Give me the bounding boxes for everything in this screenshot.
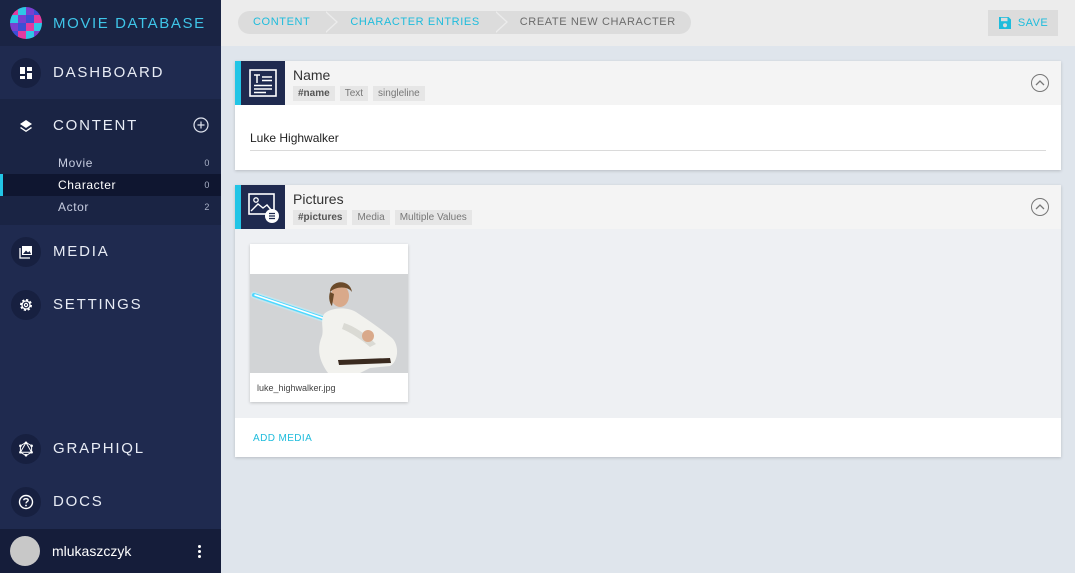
sidebar-item-graphiql[interactable]: GRAPHIQL	[0, 422, 221, 475]
subitem-count: 2	[204, 202, 210, 212]
sidebar-subitem-actor[interactable]: Actor 2	[0, 196, 221, 218]
breadcrumb-label: CREATE NEW CHARACTER	[519, 16, 676, 28]
breadcrumb-label: CONTENT	[253, 16, 311, 28]
media-filename: luke_highwalker.jpg	[257, 383, 336, 393]
dashboard-icon	[11, 57, 41, 88]
avatar[interactable]	[10, 536, 40, 566]
layers-icon	[11, 110, 41, 141]
subitem-label: Character	[58, 178, 117, 192]
save-label: SAVE	[1017, 17, 1049, 29]
field-card-pictures: Pictures #pictures Media Multiple Values	[235, 185, 1061, 457]
brand[interactable]: MOVIE DATABASE	[0, 0, 221, 46]
subitem-count: 0	[204, 158, 210, 168]
subitem-count: 0	[204, 180, 210, 190]
subitem-label: Actor	[58, 200, 90, 214]
sidebar-item-label: DASHBOARD	[53, 64, 165, 81]
sidebar-subitem-character[interactable]: Character 0	[0, 174, 221, 196]
breadcrumb-content[interactable]: CONTENT	[238, 11, 339, 34]
field-type-tag: Media	[352, 210, 390, 225]
field-variant-tag: Multiple Values	[394, 210, 472, 225]
breadcrumb: CONTENT CHARACTER ENTRIES CREATE NEW CHA…	[238, 11, 691, 34]
field-header: Pictures #pictures Media Multiple Values	[235, 185, 1061, 229]
media-list: luke_highwalker.jpg	[235, 229, 1061, 418]
chevron-up-circle-icon[interactable]	[1031, 74, 1049, 92]
sidebar-item-docs[interactable]: DOCS	[0, 475, 221, 528]
add-media-button[interactable]: ADD MEDIA	[253, 433, 312, 444]
sidebar-item-dashboard[interactable]: DASHBOARD	[0, 46, 221, 99]
sidebar-item-label: GRAPHIQL	[53, 440, 145, 457]
media-preview-image	[250, 274, 408, 373]
field-tags: #name Text singleline	[293, 86, 425, 101]
more-vert-icon[interactable]	[187, 539, 211, 563]
field-label: Pictures	[293, 191, 344, 207]
subitem-label: Movie	[58, 156, 94, 170]
breadcrumb-label: CHARACTER ENTRIES	[350, 16, 480, 28]
name-input[interactable]: Luke Highwalker	[250, 131, 1046, 151]
field-key-tag: #pictures	[293, 210, 348, 225]
sidebar-item-label: CONTENT	[53, 117, 139, 134]
save-button[interactable]: SAVE	[988, 10, 1058, 36]
text-field-icon	[241, 61, 285, 105]
field-tags: #pictures Media Multiple Values	[293, 210, 472, 225]
app-title: MOVIE DATABASE	[53, 14, 206, 32]
sidebar-item-label: DOCS	[53, 493, 104, 510]
content-type-list: Movie 0 Character 0 Actor 2	[0, 152, 221, 225]
sidebar-subitem-movie[interactable]: Movie 0	[0, 152, 221, 174]
app-logo-icon	[10, 7, 42, 39]
username: mlukaszczyk	[52, 543, 132, 559]
graphql-icon	[11, 433, 41, 464]
breadcrumb-current: CREATE NEW CHARACTER	[493, 11, 691, 34]
sidebar-item-settings[interactable]: SETTINGS	[0, 278, 221, 331]
add-content-type-icon[interactable]	[193, 117, 209, 133]
user-bar: mlukaszczyk	[0, 529, 221, 573]
field-key-tag: #name	[293, 86, 335, 101]
field-card-name: Name #name Text singleline Luke Highwalk…	[235, 61, 1061, 170]
breadcrumb-character-entries[interactable]: CHARACTER ENTRIES	[324, 11, 508, 34]
field-type-tag: Text	[339, 86, 369, 101]
sidebar-item-label: SETTINGS	[53, 296, 143, 313]
chevron-up-circle-icon[interactable]	[1031, 198, 1049, 216]
sidebar: MOVIE DATABASE DASHBOARD CONTENT Movie 0…	[0, 0, 221, 573]
field-header: Name #name Text singleline	[235, 61, 1061, 105]
top-bar: CONTENT CHARACTER ENTRIES CREATE NEW CHA…	[221, 0, 1075, 46]
field-label: Name	[293, 67, 331, 83]
field-variant-tag: singleline	[373, 86, 425, 101]
sidebar-item-content[interactable]: CONTENT	[0, 99, 221, 152]
sidebar-item-media[interactable]: MEDIA	[0, 225, 221, 278]
media-field-icon	[241, 185, 285, 229]
help-circle-icon	[11, 486, 41, 517]
sidebar-item-label: MEDIA	[53, 243, 110, 260]
gear-icon	[11, 289, 41, 320]
floppy-disk-icon	[998, 17, 1011, 29]
media-thumbnail[interactable]: luke_highwalker.jpg	[250, 244, 408, 402]
photo-library-icon	[11, 236, 41, 267]
